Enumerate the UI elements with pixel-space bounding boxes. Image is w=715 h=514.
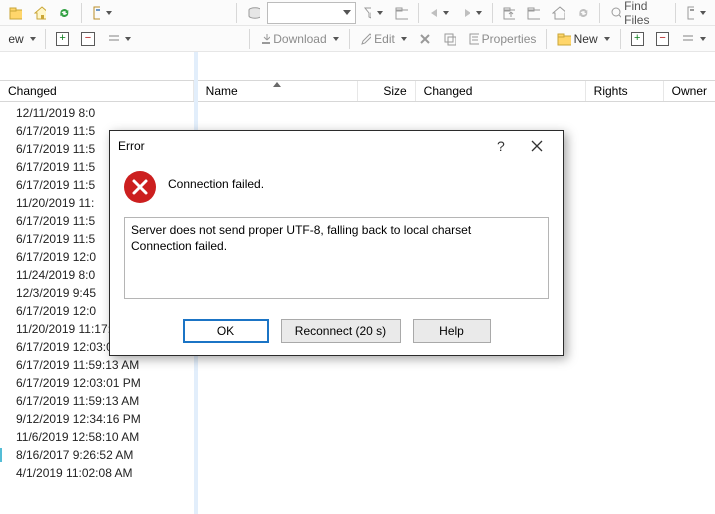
list-item[interactable]: 6/17/2019 11:59:13 AM bbox=[0, 392, 194, 410]
dialog-detail-line: Connection failed. bbox=[131, 238, 542, 254]
dialog-detail-line: Server does not send proper UTF-8, falli… bbox=[131, 222, 542, 238]
col-name-label: Name bbox=[206, 84, 238, 98]
find-files-button[interactable]: Find Files bbox=[605, 2, 670, 24]
list-item[interactable]: 6/17/2019 11:59:13 AM bbox=[0, 356, 194, 374]
edit-label: Edit bbox=[374, 32, 395, 46]
col-rights[interactable]: Rights bbox=[586, 81, 664, 101]
col-size-label: Size bbox=[383, 84, 406, 98]
home-icon[interactable] bbox=[29, 2, 52, 24]
col-owner-label: Owner bbox=[672, 84, 707, 98]
col-size[interactable]: Size bbox=[358, 81, 416, 101]
list-item[interactable]: 4/1/2019 11:02:08 AM bbox=[0, 464, 194, 482]
col-changed[interactable]: Changed bbox=[416, 81, 586, 101]
download-button[interactable]: Download bbox=[255, 28, 343, 50]
list-item[interactable]: 9/12/2019 12:34:16 PM bbox=[0, 410, 194, 428]
svg-text:?: ? bbox=[497, 139, 505, 153]
left-collapse-plus[interactable]: + bbox=[51, 28, 74, 50]
edit-button[interactable]: Edit bbox=[355, 28, 412, 50]
list-item[interactable]: 6/17/2019 12:03:01 PM bbox=[0, 374, 194, 392]
error-icon bbox=[124, 171, 156, 203]
left-new-label: ew bbox=[8, 32, 23, 46]
dialog-help-icon[interactable]: ? bbox=[483, 134, 519, 158]
duplicate-icon[interactable] bbox=[438, 28, 461, 50]
find-files-label: Find Files bbox=[624, 0, 665, 27]
right-new-dropdown[interactable]: New bbox=[552, 28, 614, 50]
bookmark-dropdown[interactable] bbox=[87, 2, 118, 24]
ok-button[interactable]: OK bbox=[183, 319, 269, 343]
download-label: Download bbox=[273, 32, 326, 46]
dialog-details[interactable]: Server does not send proper UTF-8, falli… bbox=[124, 217, 549, 299]
delete-icon[interactable] bbox=[414, 28, 436, 50]
properties-label: Properties bbox=[482, 32, 537, 46]
col-changed-label: Changed bbox=[424, 84, 473, 98]
refresh-remote-icon[interactable] bbox=[572, 2, 595, 24]
col-rights-label: Rights bbox=[594, 84, 628, 98]
home-remote-icon[interactable] bbox=[547, 2, 570, 24]
dialog-message: Connection failed. bbox=[168, 171, 264, 191]
list-item[interactable]: 11/6/2019 12:58:10 AM bbox=[0, 428, 194, 446]
reconnect-button[interactable]: Reconnect (20 s) bbox=[281, 319, 401, 343]
remote-folder-icon[interactable] bbox=[390, 2, 413, 24]
list-item[interactable]: 8/16/2017 9:26:52 AM bbox=[0, 446, 194, 464]
col-name[interactable]: Name bbox=[198, 81, 358, 101]
list-item[interactable]: 12/11/2019 8:0 bbox=[0, 104, 194, 122]
drive-icon[interactable] bbox=[242, 2, 265, 24]
dialog-title: Error bbox=[118, 139, 483, 153]
right-collapse-plus[interactable]: + bbox=[626, 28, 649, 50]
folder-icon[interactable] bbox=[4, 2, 27, 24]
nav-back-icon[interactable] bbox=[424, 2, 455, 24]
left-column-changed[interactable]: Changed bbox=[0, 81, 194, 101]
error-dialog: Error ? Connection failed. Server does n… bbox=[109, 130, 564, 356]
left-collapse-minus[interactable]: − bbox=[76, 28, 99, 50]
left-new-dropdown[interactable]: ew bbox=[4, 28, 40, 50]
right-new-label: New bbox=[574, 32, 598, 46]
root-folder-icon[interactable] bbox=[522, 2, 545, 24]
col-owner[interactable]: Owner bbox=[664, 81, 715, 101]
left-view-dropdown[interactable] bbox=[102, 28, 137, 50]
right-collapse-minus[interactable]: − bbox=[651, 28, 674, 50]
help-button[interactable]: Help bbox=[413, 319, 491, 343]
bookmark-remote-dropdown[interactable] bbox=[681, 2, 712, 24]
properties-button[interactable]: Properties bbox=[463, 28, 541, 50]
up-folder-icon[interactable] bbox=[498, 2, 521, 24]
left-column-changed-label: Changed bbox=[8, 84, 57, 98]
refresh-icon[interactable] bbox=[53, 2, 76, 24]
filter-dropdown[interactable] bbox=[358, 2, 389, 24]
right-view-dropdown[interactable] bbox=[676, 28, 711, 50]
dialog-close-icon[interactable] bbox=[519, 134, 555, 158]
drive-combo[interactable] bbox=[267, 2, 356, 24]
nav-forward-icon[interactable] bbox=[456, 2, 487, 24]
